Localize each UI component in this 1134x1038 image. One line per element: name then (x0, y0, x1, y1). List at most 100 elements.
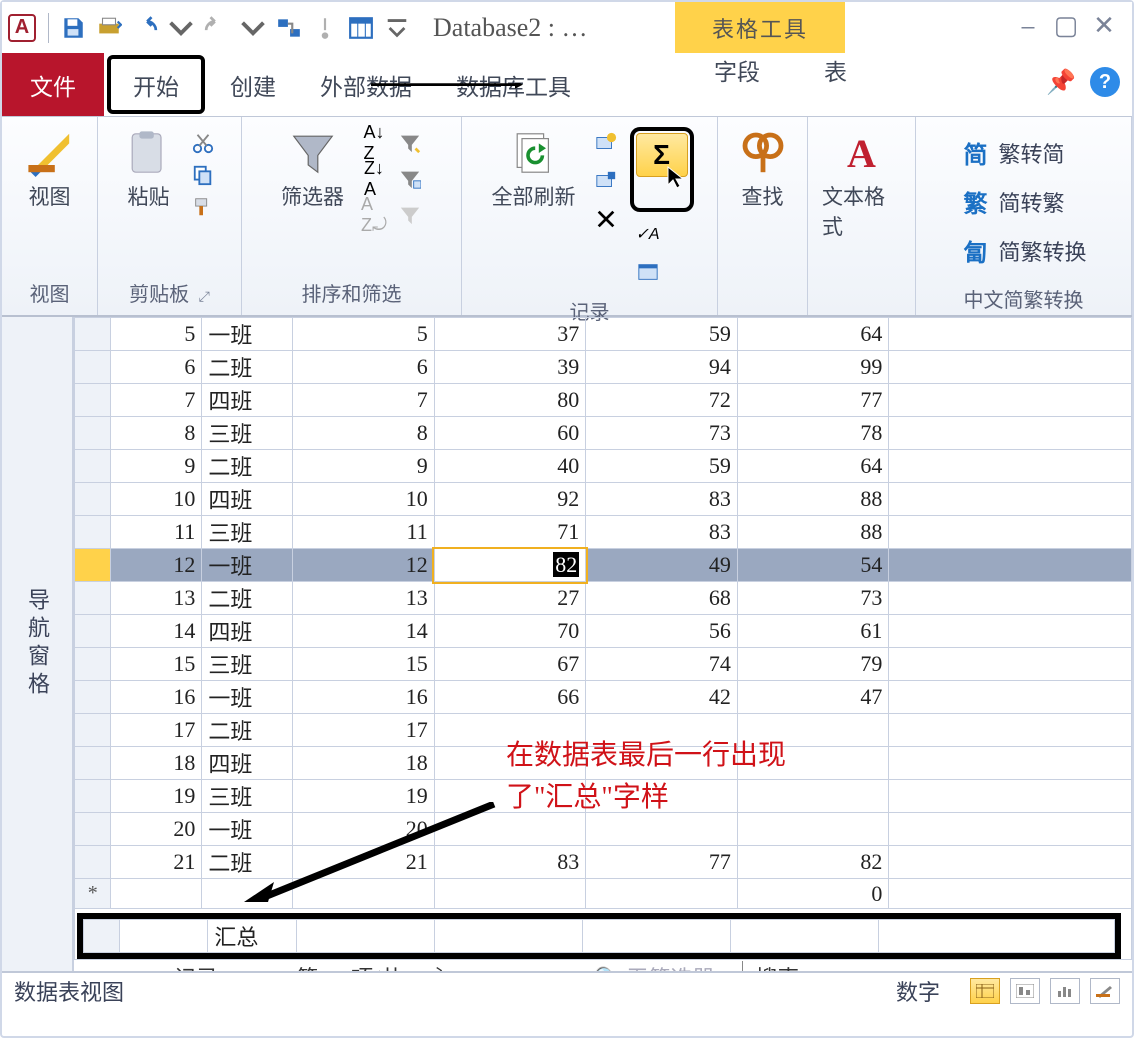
table-row[interactable]: 18四班18 (75, 747, 1132, 780)
view-button[interactable]: 视图 (20, 127, 80, 213)
paste-label: 粘贴 (128, 181, 170, 211)
ribbon: 视图 视图 粘贴 剪贴板 ⤢ 筛选器 A↓Z Z↓ (2, 117, 1132, 317)
view-pivot-icon[interactable] (1010, 978, 1040, 1004)
ribbon-group-find: 查找 (718, 117, 808, 315)
find-button[interactable]: 查找 (733, 127, 793, 213)
delete-record-icon[interactable] (589, 204, 623, 234)
ribbon-group-cnconv: 简繁转简 繁简转繁 匐简繁转换 中文简繁转换 (916, 117, 1132, 315)
record-navigator: 记录: ⏮ ◀ 第 12 项(共 21 〕 ▶ ⏭ ▶* 🔍 无筛选器 搜索 (74, 960, 1132, 971)
ribbon-group-records: 全部刷新 Σ ✓A 记录 (462, 117, 718, 315)
filter-selection-icon[interactable] (393, 128, 427, 158)
close-button[interactable]: ✕ (1090, 10, 1118, 42)
recnav-prev[interactable]: ◀ (258, 964, 284, 971)
ribbon-group-textfmt: A 文本格式 (808, 117, 916, 315)
view-chart-icon[interactable] (1050, 978, 1080, 1004)
remove-sort-icon[interactable]: AZ⤾ (357, 200, 391, 230)
view-datasheet-icon[interactable] (970, 978, 1000, 1004)
recnav-last[interactable]: ⏭ (499, 964, 525, 971)
sort-asc-icon[interactable]: A↓Z (357, 128, 391, 158)
tab-file[interactable]: 文件 (2, 53, 104, 116)
table-row[interactable]: 13二班13276873 (75, 582, 1132, 615)
cn-switch-button[interactable]: 匐简繁转换 (956, 231, 1090, 270)
datasheet[interactable]: 5一班53759646二班63994997四班78072778三班8607378… (74, 317, 1132, 971)
nav-pane[interactable]: 导航窗格 (2, 317, 74, 971)
paste-button[interactable]: 粘贴 (119, 127, 179, 213)
table-row[interactable]: 5一班5375964 (75, 318, 1132, 351)
ribbon-group-cnconv-label: 中文简繁转换 (916, 280, 1131, 321)
title-bar: A Database2 : … 表格工具 ⎯ ▢ ✕ (2, 2, 1132, 53)
spelling-icon[interactable]: ✓A (631, 219, 665, 249)
filter-button[interactable]: 筛选器 (275, 127, 350, 213)
info-icon[interactable] (307, 10, 343, 46)
toggle-filter-icon[interactable] (393, 200, 427, 230)
cn-t2s-button[interactable]: 简繁转简 (956, 133, 1090, 172)
undo-dropdown-icon[interactable] (163, 10, 199, 46)
redo-dropdown-icon[interactable] (235, 10, 271, 46)
table-row[interactable]: 11三班11718388 (75, 516, 1132, 549)
contextual-tab-header: 表格工具 (675, 2, 845, 53)
new-record-icon[interactable] (589, 128, 623, 158)
tab-table[interactable]: 表 (802, 53, 869, 87)
ribbon-group-sortfilter: 筛选器 A↓Z Z↓A AZ⤾ 排序和筛选 (242, 117, 462, 315)
cn-s2t-button[interactable]: 繁简转繁 (956, 182, 1090, 221)
tab-create[interactable]: 创建 (208, 53, 298, 116)
table-row[interactable]: 10四班10928388 (75, 483, 1132, 516)
datasheet-icon[interactable] (343, 10, 379, 46)
table-row[interactable]: 20一班20 (75, 813, 1132, 846)
table-row[interactable]: 12一班12824954 (75, 549, 1132, 582)
undo-icon[interactable] (127, 10, 163, 46)
recnav-position[interactable]: 第 12 项(共 21 〕 (288, 961, 465, 971)
window-title: Database2 : … (433, 13, 588, 43)
qat-customize-icon[interactable] (379, 10, 415, 46)
find-label: 查找 (742, 181, 784, 211)
recnav-new[interactable]: ▶* (529, 964, 555, 971)
view-design-icon[interactable] (1090, 978, 1120, 1004)
tab-external-data[interactable]: 外部数据 (298, 53, 434, 116)
view-label: 视图 (29, 181, 71, 211)
table-row[interactable]: 14四班14705661 (75, 615, 1132, 648)
status-bar: 数据表视图 数字 (2, 971, 1132, 1009)
minimize-button[interactable]: ⎯ (1014, 10, 1042, 42)
filter-label: 筛选器 (281, 181, 344, 211)
save-record-icon[interactable] (589, 166, 623, 196)
tab-start[interactable]: 开始 (107, 55, 205, 114)
table-row[interactable]: 6二班6399499 (75, 351, 1132, 384)
table-row[interactable]: 21二班21837782 (75, 846, 1132, 879)
help-icon[interactable]: ? (1090, 67, 1120, 97)
qat-separator (48, 13, 49, 43)
quick-print-icon[interactable] (91, 10, 127, 46)
relationships-icon[interactable] (271, 10, 307, 46)
tab-db-tools[interactable]: 数据库工具 (434, 53, 593, 116)
format-painter-icon[interactable] (186, 192, 220, 222)
table-row[interactable]: 8三班8607378 (75, 417, 1132, 450)
text-format-button[interactable]: A 文本格式 (816, 127, 907, 243)
table-row[interactable]: 7四班7807277 (75, 384, 1132, 417)
recnav-search[interactable]: 搜索 (742, 961, 799, 971)
table-new-row[interactable]: 0 (75, 879, 1132, 909)
table-row[interactable]: 19三班19 (75, 780, 1132, 813)
menu-tabs: 文件 开始 创建 外部数据 数据库工具 字段 表 📌 ? (2, 53, 1132, 117)
copy-icon[interactable] (186, 160, 220, 190)
refresh-all-button[interactable]: 全部刷新 (486, 127, 582, 213)
recnav-filter-off: 🔍 无筛选器 (593, 961, 714, 971)
recnav-next[interactable]: ▶ (469, 964, 495, 971)
ribbon-group-clipboard-label: 剪贴板 ⤢ (98, 274, 241, 315)
ribbon-group-clipboard: 粘贴 剪贴板 ⤢ (98, 117, 242, 315)
recnav-first[interactable]: ⏮ (228, 964, 254, 971)
table-row[interactable]: 16一班16664247 (75, 681, 1132, 714)
ribbon-group-view: 视图 视图 (2, 117, 98, 315)
status-left: 数据表视图 (14, 975, 124, 1007)
maximize-button[interactable]: ▢ (1052, 10, 1080, 42)
more-records-icon[interactable] (631, 257, 665, 287)
tab-fields[interactable]: 字段 (692, 53, 782, 87)
table-row[interactable]: 15三班15677479 (75, 648, 1132, 681)
table-row[interactable]: 9二班9405964 (75, 450, 1132, 483)
cut-icon[interactable] (186, 128, 220, 158)
table-row[interactable]: 17二班17 (75, 714, 1132, 747)
advanced-filter-icon[interactable] (393, 164, 427, 194)
save-icon[interactable] (55, 10, 91, 46)
redo-icon[interactable] (199, 10, 235, 46)
pin-icon[interactable]: 📌 (1046, 68, 1076, 97)
table-totals-row[interactable]: 汇总 (75, 909, 1132, 960)
sort-desc-icon[interactable]: Z↓A (357, 164, 391, 194)
